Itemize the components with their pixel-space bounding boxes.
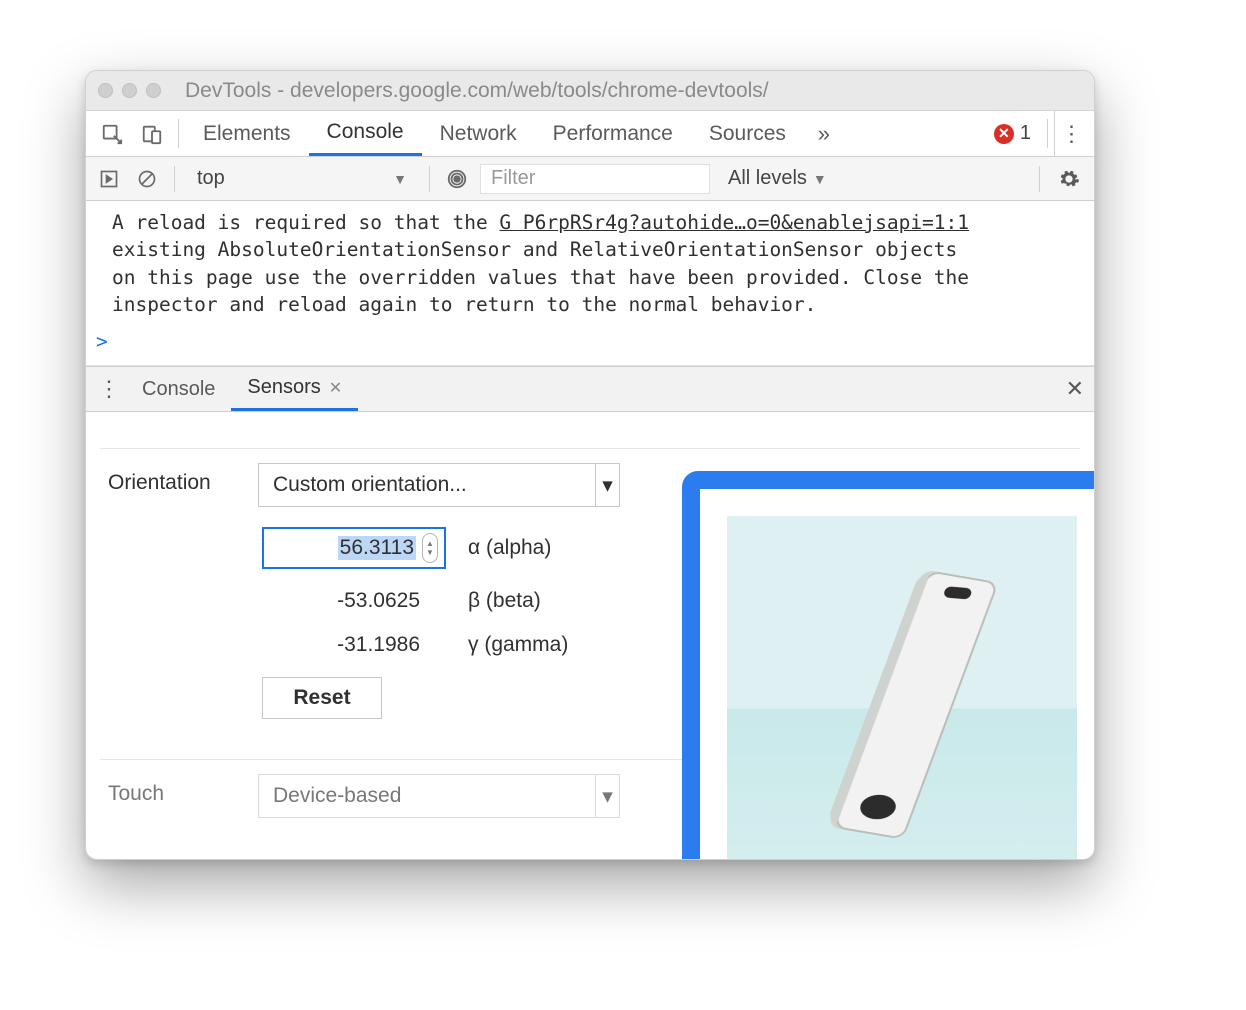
reset-button[interactable]: Reset bbox=[262, 677, 382, 719]
context-selector[interactable]: top ▼ bbox=[187, 164, 417, 194]
touch-select[interactable]: Device-based ▾ bbox=[258, 774, 620, 818]
window-titlebar: DevTools - developers.google.com/web/too… bbox=[86, 71, 1094, 111]
reset-button-label: Reset bbox=[293, 686, 350, 709]
live-expression-icon[interactable] bbox=[442, 164, 472, 194]
tabstrip-separator bbox=[178, 119, 179, 148]
console-message: A reload is required so that the G P6rpR… bbox=[86, 207, 1094, 322]
tabstrip-separator-2 bbox=[1047, 119, 1048, 148]
context-selector-label: top bbox=[197, 167, 225, 190]
console-msg-text-2: existing AbsoluteOrientationSensor and R… bbox=[112, 238, 957, 261]
drawer-tab-console-label: Console bbox=[142, 378, 215, 401]
window-title: DevTools - developers.google.com/web/too… bbox=[185, 79, 769, 103]
console-filterbar: top ▼ All levels ▼ bbox=[86, 157, 1094, 201]
close-dot[interactable] bbox=[98, 83, 113, 98]
chevron-down-icon: ▾ bbox=[595, 775, 619, 817]
console-msg-text-3: on this page use the overridden values t… bbox=[112, 266, 969, 289]
filterbar-sep-3 bbox=[1039, 166, 1040, 192]
filter-input[interactable] bbox=[480, 164, 710, 194]
gamma-label: γ (gamma) bbox=[468, 633, 588, 657]
drawer-tab-console[interactable]: Console bbox=[126, 367, 231, 411]
console-output: A reload is required so that the G P6rpR… bbox=[86, 201, 1094, 366]
console-msg-link[interactable]: G P6rpRSr4g?autohide…o=0&enablejsapi=1:1 bbox=[499, 211, 969, 234]
console-prompt[interactable]: > bbox=[86, 322, 1094, 355]
orientation-select[interactable]: Custom orientation... ▾ bbox=[258, 463, 620, 507]
stepper-icon[interactable]: ▲▼ bbox=[422, 533, 438, 563]
tab-network-label: Network bbox=[440, 122, 517, 146]
log-levels-selector[interactable]: All levels ▼ bbox=[718, 167, 837, 190]
alpha-input[interactable]: 56.3113 ▲▼ bbox=[262, 527, 446, 569]
orientation-preview-highlight bbox=[682, 471, 1095, 860]
phone-speaker-icon bbox=[943, 586, 973, 600]
log-levels-label: All levels bbox=[728, 167, 807, 190]
devtools-window: DevTools - developers.google.com/web/too… bbox=[85, 70, 1095, 860]
tab-elements-label: Elements bbox=[203, 122, 291, 146]
main-tabstrip: Elements Console Network Performance Sou… bbox=[86, 111, 1094, 157]
tab-console-label: Console bbox=[327, 120, 404, 144]
error-badge[interactable]: ✕ 1 bbox=[984, 111, 1041, 156]
orientation-label: Orientation bbox=[108, 463, 258, 495]
orientation-preview[interactable] bbox=[727, 516, 1077, 860]
beta-value[interactable]: -53.0625 bbox=[262, 589, 446, 613]
device-toggle-icon[interactable] bbox=[132, 111, 172, 156]
execute-icon[interactable] bbox=[94, 164, 124, 194]
tab-performance[interactable]: Performance bbox=[535, 111, 691, 156]
tab-network[interactable]: Network bbox=[422, 111, 535, 156]
alpha-row: 56.3113 ▲▼ α (alpha) bbox=[258, 527, 620, 569]
error-icon: ✕ bbox=[994, 124, 1014, 144]
gamma-row: -31.1986 γ (gamma) bbox=[258, 633, 620, 657]
chevron-down-icon: ▼ bbox=[813, 171, 827, 187]
filterbar-sep-2 bbox=[429, 166, 430, 192]
console-msg-text-1: A reload is required so that the bbox=[112, 211, 499, 234]
tab-sources[interactable]: Sources bbox=[691, 111, 804, 156]
tabs-overflow-icon[interactable]: » bbox=[804, 111, 844, 156]
inspect-icon[interactable] bbox=[92, 111, 132, 156]
phone-model[interactable] bbox=[833, 570, 999, 839]
tab-elements[interactable]: Elements bbox=[185, 111, 309, 156]
traffic-lights bbox=[98, 83, 161, 98]
chevron-down-icon: ▼ bbox=[393, 171, 407, 187]
alpha-value: 56.3113 bbox=[338, 536, 416, 560]
alpha-label: α (alpha) bbox=[468, 536, 588, 560]
close-tab-icon[interactable]: ✕ bbox=[329, 378, 342, 398]
tab-performance-label: Performance bbox=[553, 122, 673, 146]
kebab-menu-icon[interactable]: ⋮ bbox=[1054, 111, 1088, 156]
gear-icon[interactable] bbox=[1052, 168, 1086, 190]
touch-select-value: Device-based bbox=[273, 784, 401, 808]
section-divider bbox=[100, 448, 1080, 449]
drawer-close-icon[interactable]: ✕ bbox=[1066, 367, 1084, 411]
chevron-down-icon: ▾ bbox=[595, 464, 619, 506]
beta-label: β (beta) bbox=[468, 589, 588, 613]
tab-sources-label: Sources bbox=[709, 122, 786, 146]
drawer-kebab-icon[interactable]: ⋮ bbox=[92, 367, 126, 411]
tab-console[interactable]: Console bbox=[309, 111, 422, 156]
drawer-tab-sensors-label: Sensors bbox=[247, 376, 320, 399]
error-count: 1 bbox=[1020, 122, 1031, 145]
console-msg-text-4: inspector and reload again to return to … bbox=[112, 293, 816, 316]
zoom-dot[interactable] bbox=[146, 83, 161, 98]
minimize-dot[interactable] bbox=[122, 83, 137, 98]
drawer-tabstrip: ⋮ Console Sensors ✕ ✕ bbox=[86, 366, 1094, 412]
drawer-tab-sensors[interactable]: Sensors ✕ bbox=[231, 367, 358, 411]
beta-row: -53.0625 β (beta) bbox=[258, 589, 620, 613]
orientation-select-value: Custom orientation... bbox=[273, 473, 467, 497]
clear-console-icon[interactable] bbox=[132, 164, 162, 194]
phone-camera-icon bbox=[857, 793, 898, 820]
touch-label: Touch bbox=[108, 774, 258, 806]
filterbar-sep-1 bbox=[174, 166, 175, 192]
phone-body bbox=[833, 570, 999, 839]
gamma-value[interactable]: -31.1986 bbox=[262, 633, 446, 657]
